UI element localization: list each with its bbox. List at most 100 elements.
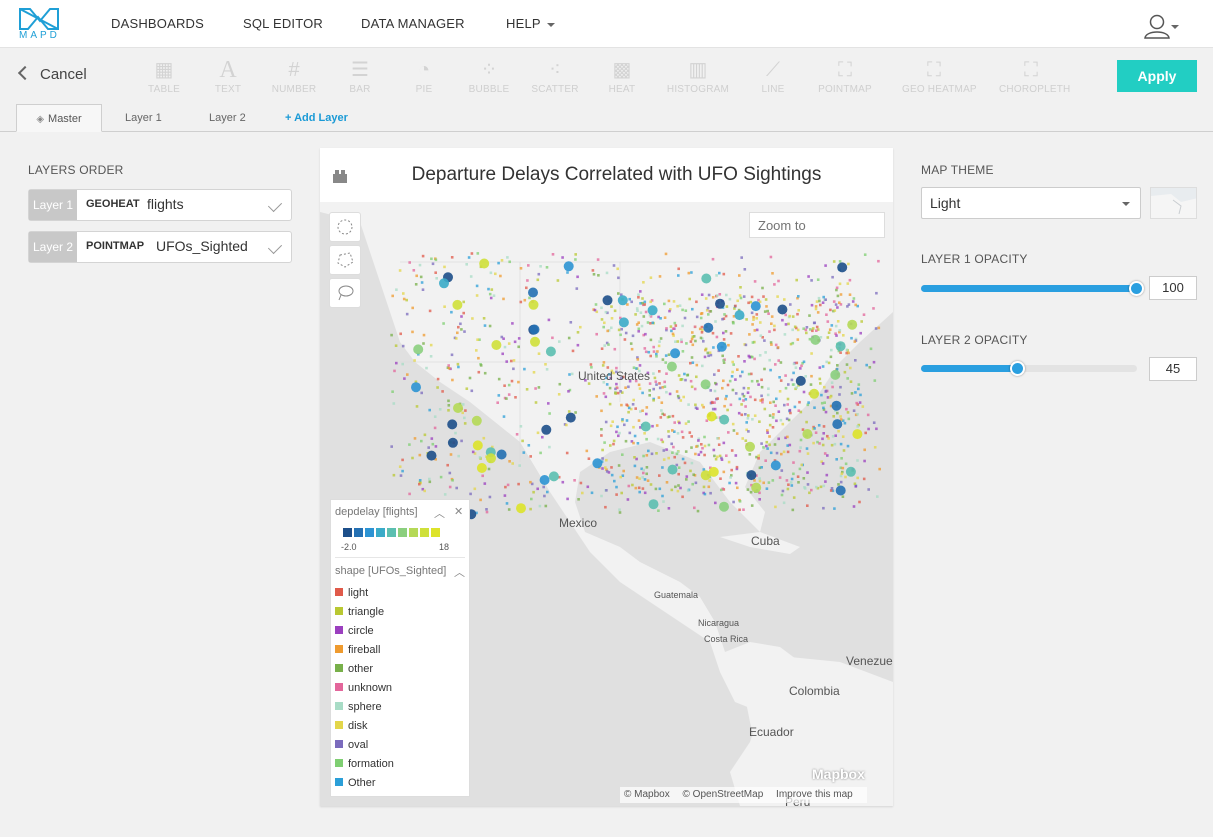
map-point (790, 484, 794, 487)
polygon-select-button[interactable] (329, 245, 361, 275)
chart-type-line[interactable]: ⟋ LINE (741, 56, 805, 100)
chart-type-pointmap[interactable]: ⛶ POINTMAP (813, 56, 877, 100)
map-point (677, 267, 680, 271)
map-point (680, 430, 684, 434)
nav-data-manager[interactable]: DATA MANAGER (361, 16, 465, 31)
tab-layer-2[interactable]: Layer 2 (209, 104, 246, 132)
collapse-up-icon[interactable]: ︿ (454, 564, 465, 580)
chart-type-number[interactable]: # NUMBER (262, 56, 326, 100)
zoom-to-input[interactable] (749, 212, 885, 238)
chart-title: Departure Delays Correlated with UFO Sig… (411, 164, 822, 185)
layer-row-1[interactable]: Layer 1 GEOHEAT flights (28, 189, 292, 221)
chart-type-scatter[interactable]: ⁖ SCATTER (523, 56, 587, 100)
tab-master[interactable]: ◈ Master (16, 104, 102, 132)
map-point (755, 313, 759, 316)
heat-hex (452, 299, 463, 310)
chart-type-choropleth[interactable]: ⛶ CHOROPLETH (999, 56, 1071, 100)
attribution-osm-link[interactable]: © OpenStreetMap (683, 789, 764, 800)
layer2-opacity-input[interactable]: 45 (1149, 357, 1197, 381)
circle-select-button[interactable] (329, 212, 361, 242)
map-point (750, 295, 754, 299)
map-point (737, 411, 741, 415)
layer1-opacity-slider[interactable] (921, 281, 1144, 296)
legend-item[interactable]: circle (335, 625, 374, 643)
map-point (602, 325, 605, 329)
chart-type-label: CHOROPLETH (999, 84, 1071, 95)
map-point (676, 432, 680, 435)
nav-dashboards[interactable]: DASHBOARDS (111, 16, 204, 31)
chart-type-table[interactable]: ▦ TABLE (132, 56, 196, 100)
chart-type-geo-heatmap[interactable]: ⛶ GEO HEATMAP (902, 56, 977, 100)
map-point (765, 440, 769, 444)
map-point (747, 414, 750, 417)
lasso-select-button[interactable] (329, 278, 361, 308)
map-point (569, 321, 573, 324)
chart-type-pie[interactable]: ◔ PIE (392, 56, 456, 100)
map-point (818, 366, 822, 369)
layer2-opacity-slider[interactable] (921, 361, 1137, 376)
map-point (639, 311, 643, 314)
layer1-opacity-input[interactable]: 100 (1149, 276, 1197, 300)
map-point (693, 325, 697, 329)
close-icon[interactable]: ✕ (454, 505, 463, 518)
map-point (716, 397, 719, 400)
legend-gradient-swatch (420, 528, 429, 537)
map-point (691, 482, 694, 486)
map-point (748, 333, 751, 336)
collapse-up-icon[interactable]: ︿ (434, 505, 445, 521)
legend-item[interactable]: formation (335, 758, 394, 776)
map-point (875, 291, 878, 295)
legend-item[interactable]: triangle (335, 606, 384, 624)
map-point (688, 297, 691, 301)
map-point (427, 446, 430, 449)
map-point (832, 260, 836, 263)
map-point (681, 308, 684, 312)
map-point (861, 405, 865, 408)
map-point (413, 359, 416, 362)
chart-type-bubble[interactable]: ⁘ BUBBLE (457, 56, 521, 100)
chart-type-histogram[interactable]: ▥ HISTOGRAM (666, 56, 730, 100)
legend-item[interactable]: fireball (335, 644, 380, 662)
map-point (411, 456, 414, 460)
map[interactable]: United States Mexico Cuba Guatemala Nica… (320, 202, 893, 806)
cancel-button[interactable]: Cancel (17, 65, 87, 83)
tab-layer-1[interactable]: Layer 1 (125, 104, 162, 132)
chart-type-heat[interactable]: ▩ HEAT (590, 56, 654, 100)
user-menu[interactable] (1143, 13, 1183, 39)
legend-item[interactable]: unknown (335, 682, 392, 700)
chart-type-bar[interactable]: ☰ BAR (328, 56, 392, 100)
improve-map-link[interactable]: Improve this map (776, 789, 853, 800)
map-point (609, 424, 613, 428)
map-theme-select[interactable]: Light (921, 187, 1141, 219)
map-point (829, 308, 832, 312)
legend-item[interactable]: disk (335, 720, 368, 738)
apply-button[interactable]: Apply (1117, 60, 1197, 92)
legend-item[interactable]: other (335, 663, 373, 681)
slider-handle[interactable] (1129, 281, 1144, 296)
map-point (600, 318, 604, 321)
nav-sql-editor[interactable]: SQL EDITOR (243, 16, 323, 31)
map-point (663, 385, 667, 388)
legend-item[interactable]: sphere (335, 701, 382, 719)
legend-item[interactable]: oval (335, 739, 368, 757)
map-point (838, 329, 842, 332)
map-point (776, 295, 779, 298)
chart-type-text[interactable]: A TEXT (196, 56, 260, 100)
legend-item[interactable]: Other (335, 777, 376, 795)
map-point (633, 464, 637, 468)
map-point (601, 467, 604, 470)
nav-help[interactable]: HELP (506, 16, 555, 31)
attribution-mapbox-link[interactable]: © Mapbox (624, 789, 670, 800)
map-point (808, 314, 811, 317)
map-point (561, 256, 564, 259)
map-point (738, 508, 741, 512)
map-point (603, 344, 606, 347)
add-layer-button[interactable]: + Add Layer (285, 104, 348, 132)
map-point (566, 497, 569, 501)
legend-item[interactable]: light (335, 587, 368, 605)
map-point (665, 327, 668, 330)
map-point (477, 370, 481, 374)
map-point (391, 390, 394, 393)
slider-handle[interactable] (1010, 361, 1026, 376)
layer-row-2[interactable]: Layer 2 POINTMAP UFOs_Sighted (28, 231, 292, 263)
